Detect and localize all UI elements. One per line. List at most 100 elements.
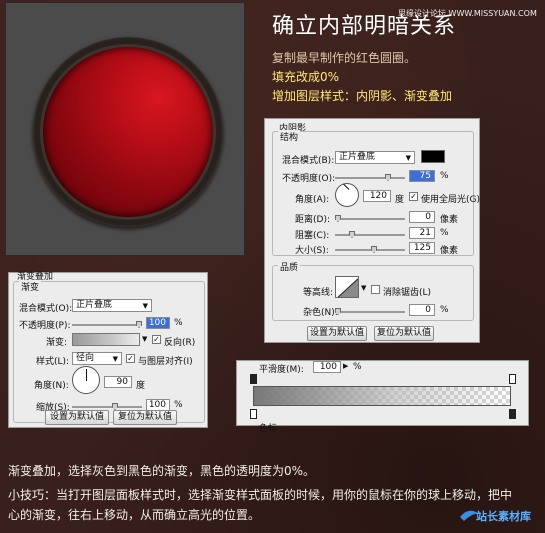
choke-label: 阻塞(C): (295, 231, 330, 241)
chevron-down-icon: ▼ (112, 355, 118, 363)
blend-mode-label: 混合模式(B): (282, 156, 335, 166)
opacity-label: 不透明度(O): (282, 174, 336, 184)
gradient-group: 渐变 混合模式(O): 正片叠底 ▼ 不透明度(P): 100 % 渐变: ▼ … (13, 280, 205, 423)
quality-title: 品质 (278, 260, 301, 273)
preview-canvas (5, 2, 245, 256)
instruction-line-3: 增加图层样式：内阴影、渐变叠加 (272, 89, 453, 103)
contour-label: 等高线: (303, 288, 334, 298)
distance-unit: 像素 (440, 215, 459, 225)
gradient-group-title: 渐变 (19, 280, 42, 293)
size-slider-thumb[interactable] (371, 246, 377, 253)
antialias-checkbox[interactable] (371, 285, 380, 294)
shadow-color-swatch[interactable] (421, 150, 445, 163)
red-button-face (43, 47, 213, 217)
inner-shadow-reset-button[interactable]: 复位为默认值 (374, 326, 434, 341)
go-angle-needle (86, 369, 87, 381)
noise-label: 杂色(N): (303, 308, 338, 318)
note-tip: 小技巧：当打开图层面板样式时，选择渐变样式面板的时候，用你的鼠标在你的球上移动，… (8, 488, 513, 522)
global-light-label: 使用全局光(G) (421, 195, 480, 205)
go-opacity-label: 不透明度(P): (19, 321, 71, 331)
gradient-preview-bar (253, 386, 511, 406)
go-blend-select[interactable]: 正片叠底 ▼ (72, 299, 152, 312)
reverse-label: 反向(R) (164, 338, 196, 348)
angle-input[interactable]: 120 (363, 190, 391, 202)
go-opacity-slider[interactable] (72, 321, 142, 328)
go-scale-unit: % (174, 400, 183, 410)
gradient-picker[interactable] (72, 333, 140, 346)
gradient-caret: ▼ (142, 335, 148, 343)
choke-slider-thumb[interactable] (349, 231, 355, 238)
go-default-button[interactable]: 设置为默认值 (45, 410, 109, 425)
color-stop-left[interactable] (250, 409, 257, 419)
smoothness-caret: ▶ (343, 362, 349, 370)
go-angle-unit: 度 (136, 381, 146, 391)
opacity-slider[interactable] (335, 174, 405, 181)
go-scale-slider[interactable] (72, 403, 142, 410)
go-angle-input[interactable]: 90 (104, 376, 132, 388)
chevron-down-icon: ▼ (405, 154, 411, 162)
smoothness-label: 平滑度(M): (259, 365, 304, 375)
distance-input[interactable]: 0 (409, 211, 435, 223)
contour-curve-icon (337, 278, 358, 297)
color-stop-right[interactable] (509, 409, 516, 419)
site-logo: 站长素材库 (458, 503, 538, 527)
inner-shadow-panel: 内阴影 结构 混合模式(B): 正片叠底 ▼ 不透明度(O): 75 % 角度(… (264, 118, 480, 343)
choke-input[interactable]: 21 (409, 227, 435, 239)
blend-mode-value: 正片叠底 (339, 152, 376, 162)
gradient-overlay-panel: 渐变叠加 渐变 混合模式(O): 正片叠底 ▼ 不透明度(P): 100 % 渐… (8, 272, 208, 428)
opacity-stop-right[interactable] (509, 374, 516, 384)
noise-input[interactable]: 0 (409, 304, 435, 316)
go-opacity-slider-thumb[interactable] (136, 321, 142, 328)
red-button-ring (33, 37, 223, 227)
watermark: 思缘设计论坛 WWW.MISSYUAN.COM (398, 9, 537, 18)
instruction-line-2: 填充改成0% (272, 70, 340, 84)
opacity-unit: % (440, 171, 449, 181)
go-angle-dial[interactable] (72, 366, 100, 394)
distance-slider[interactable] (335, 215, 405, 222)
go-opacity-unit: % (174, 318, 183, 328)
blend-mode-select[interactable]: 正片叠底 ▼ (335, 151, 415, 164)
go-gradient-label: 渐变: (46, 338, 68, 348)
color-stop-label: 色标 (259, 424, 278, 434)
choke-slider[interactable] (335, 231, 405, 238)
chevron-down-icon: ▼ (142, 302, 148, 310)
size-slider[interactable] (335, 246, 405, 253)
align-layer-checkbox[interactable]: ✓ (126, 354, 135, 363)
smoothness-input[interactable]: 100 (313, 361, 341, 373)
angle-label: 角度(A): (295, 195, 330, 205)
instruction-line-1: 复制最早制作的红色圆圈。 (272, 51, 417, 65)
align-layer-label: 与图层对齐(I) (138, 357, 193, 367)
inner-shadow-default-button[interactable]: 设置为默认值 (307, 326, 367, 341)
go-angle-label: 角度(N): (34, 381, 69, 391)
go-style-value: 径向 (76, 353, 95, 363)
go-style-select[interactable]: 径向 ▼ (72, 352, 122, 365)
opacity-stop-left[interactable] (250, 374, 257, 384)
global-light-checkbox[interactable]: ✓ (409, 192, 418, 201)
gradient-editor: 平滑度(M): 100 ▶ % 色标 (236, 360, 529, 434)
noise-slider[interactable] (335, 308, 405, 315)
structure-title: 结构 (278, 130, 301, 143)
logo-text: 站长素材库 (476, 510, 531, 523)
note-gradient-overlay: 渐变叠加，选择灰色到黑色的渐变，黑色的透明度为0%。 (8, 464, 316, 478)
reverse-checkbox[interactable]: ✓ (152, 335, 161, 344)
go-scale-slider-thumb[interactable] (112, 403, 118, 410)
structure-group: 结构 混合模式(B): 正片叠底 ▼ 不透明度(O): 75 % 角度(A): … (272, 130, 480, 256)
size-label: 大小(S): (295, 246, 329, 256)
antialias-label: 消除锯齿(L) (383, 288, 432, 298)
size-unit: 像素 (440, 246, 459, 256)
go-blend-label: 混合模式(O): (19, 304, 73, 314)
angle-dial[interactable] (335, 183, 359, 207)
choke-unit: % (440, 228, 449, 238)
opacity-slider-thumb[interactable] (385, 174, 391, 181)
angle-unit: 度 (395, 195, 405, 205)
go-reset-button[interactable]: 复位为默认值 (113, 410, 177, 425)
contour-caret: ▼ (361, 284, 367, 292)
go-opacity-input[interactable]: 100 (146, 317, 170, 329)
opacity-input[interactable]: 75 (409, 170, 435, 182)
size-input[interactable]: 125 (409, 242, 435, 254)
go-blend-value: 正片叠底 (76, 300, 113, 310)
quality-group: 品质 等高线: ▼ 消除锯齿(L) 杂色(N): 0 % (272, 260, 474, 321)
distance-slider-thumb[interactable] (335, 215, 341, 222)
contour-picker[interactable] (335, 276, 359, 298)
distance-label: 距离(D): (295, 215, 330, 225)
